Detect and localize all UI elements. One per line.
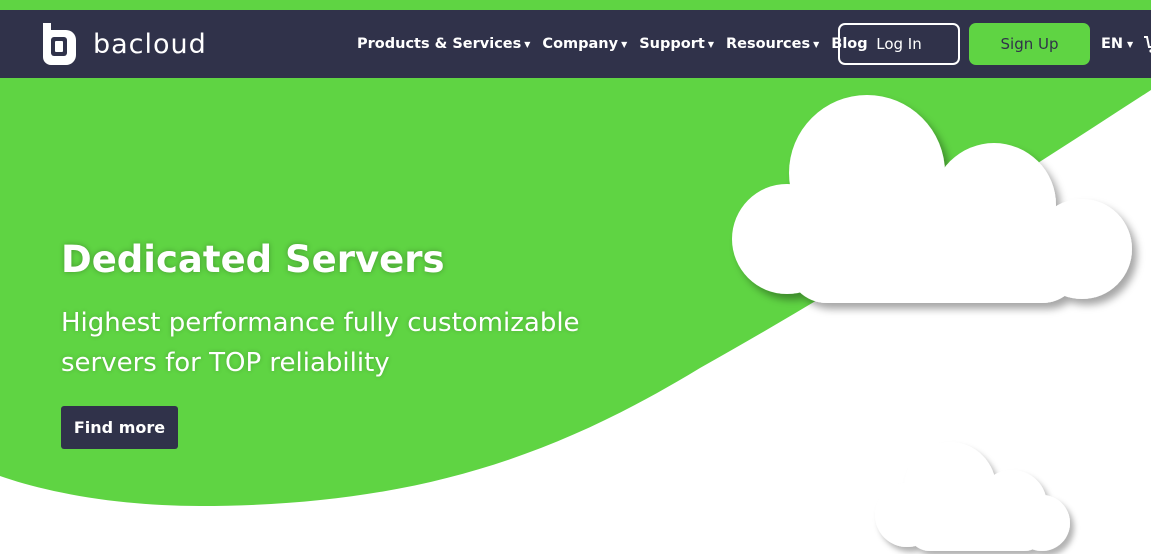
logo[interactable]: bacloud xyxy=(40,22,207,66)
nav-item-label: Company xyxy=(542,36,619,52)
caret-down-icon: ▼ xyxy=(524,39,531,49)
nav-item-label: Products & Services xyxy=(357,36,522,52)
find-more-button[interactable]: Find more xyxy=(61,406,178,449)
nav-item-company[interactable]: Company ▼ xyxy=(542,36,627,52)
hero-subtitle: Highest performance fully customizable s… xyxy=(61,308,580,378)
nav-item-support[interactable]: Support ▼ xyxy=(639,36,714,52)
nav-item-resources[interactable]: Resources ▼ xyxy=(726,36,819,52)
page: bacloud Products & Services ▼ Company ▼ … xyxy=(0,0,1151,554)
logo-icon xyxy=(43,23,76,65)
caret-down-icon: ▼ xyxy=(1127,39,1134,49)
nav-item-products-services[interactable]: Products & Services ▼ xyxy=(357,36,530,52)
top-strip xyxy=(0,0,1151,10)
caret-down-icon: ▼ xyxy=(621,39,628,49)
nav-item-label: Support xyxy=(639,36,705,52)
navbar: bacloud Products & Services ▼ Company ▼ … xyxy=(0,10,1151,78)
cloud-illustration-small xyxy=(875,442,1070,551)
cart-icon[interactable] xyxy=(1143,34,1151,54)
caret-down-icon: ▼ xyxy=(813,39,820,49)
nav-item-label: Resources xyxy=(725,36,811,52)
signup-button[interactable]: Sign Up xyxy=(969,23,1090,65)
main-nav: Products & Services ▼ Company ▼ Support … xyxy=(357,10,880,78)
language-label: EN xyxy=(1101,36,1124,52)
hero-title: Dedicated Servers xyxy=(61,238,445,281)
login-button[interactable]: Log In xyxy=(838,23,960,65)
cloud-illustration-large xyxy=(732,95,1132,303)
language-selector[interactable]: EN ▼ xyxy=(1101,10,1133,78)
caret-down-icon: ▼ xyxy=(707,39,714,49)
brand-name: bacloud xyxy=(93,28,207,60)
